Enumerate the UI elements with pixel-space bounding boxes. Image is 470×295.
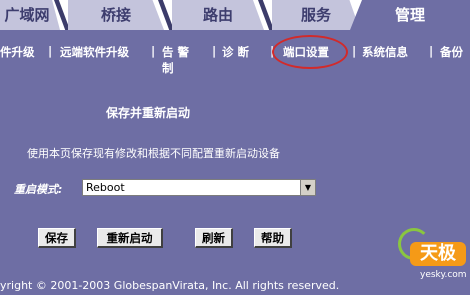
page-title: 保存并重新启动 [106,106,191,120]
subnav-alarm-wrap[interactable]: 制 [162,60,174,76]
restart-button[interactable]: 重新启动 [97,228,163,248]
tab-routing[interactable]: 路由 [172,0,264,30]
copyright-text: yright © 2001-2003 GlobespanVirata, Inc.… [0,279,340,292]
top-tab-bar: 广域网 桥接 路由 服务 管理 [0,0,470,30]
tab-management[interactable]: 管理 [350,0,470,30]
subnav-separator: | [48,44,53,58]
subnav-system-info[interactable]: 系统信息 [362,44,408,60]
subnav-separator: | [270,44,275,58]
subnav-remote-upgrade[interactable]: 远端软件升级 [60,44,129,60]
subnav-separator: | [212,44,217,58]
subnav-diagnostics[interactable]: 诊 断 [222,44,249,60]
tab-services[interactable]: 服务 [272,0,360,30]
page-description: 使用本页保存现有修改和根据不同配置重新启动设备 [27,147,280,160]
save-button[interactable]: 保存 [38,228,76,248]
subnav-firmware-upgrade[interactable]: 件升级 [0,44,35,60]
yesky-watermark: 天极 yesky.com [398,228,470,295]
help-button[interactable]: 帮助 [254,228,292,248]
restart-mode-value: Reboot [86,181,125,194]
tab-wan[interactable]: 广域网 [0,0,60,30]
subnav-separator: | [429,44,434,58]
restart-mode-select[interactable]: Reboot ▼ [82,179,316,196]
watermark-site: yesky.com [420,270,467,280]
subnav-separator: | [151,44,156,58]
chevron-down-icon[interactable]: ▼ [300,180,315,195]
tab-bridge[interactable]: 桥接 [68,0,164,30]
subnav-alarm[interactable]: 告 警 [162,44,189,60]
refresh-button[interactable]: 刷新 [195,228,233,248]
watermark-logo: 天极 [410,242,466,266]
subnav-backup[interactable]: 备份 [440,44,463,60]
sub-navigation: 件升级 | 远端软件升级 | 告 警 制 | 诊 断 | 端口设置 | 系统信息… [0,30,470,78]
subnav-separator: | [352,44,357,58]
restart-mode-label: 重启模式: [14,183,63,196]
subnav-port-settings[interactable]: 端口设置 [283,44,329,60]
